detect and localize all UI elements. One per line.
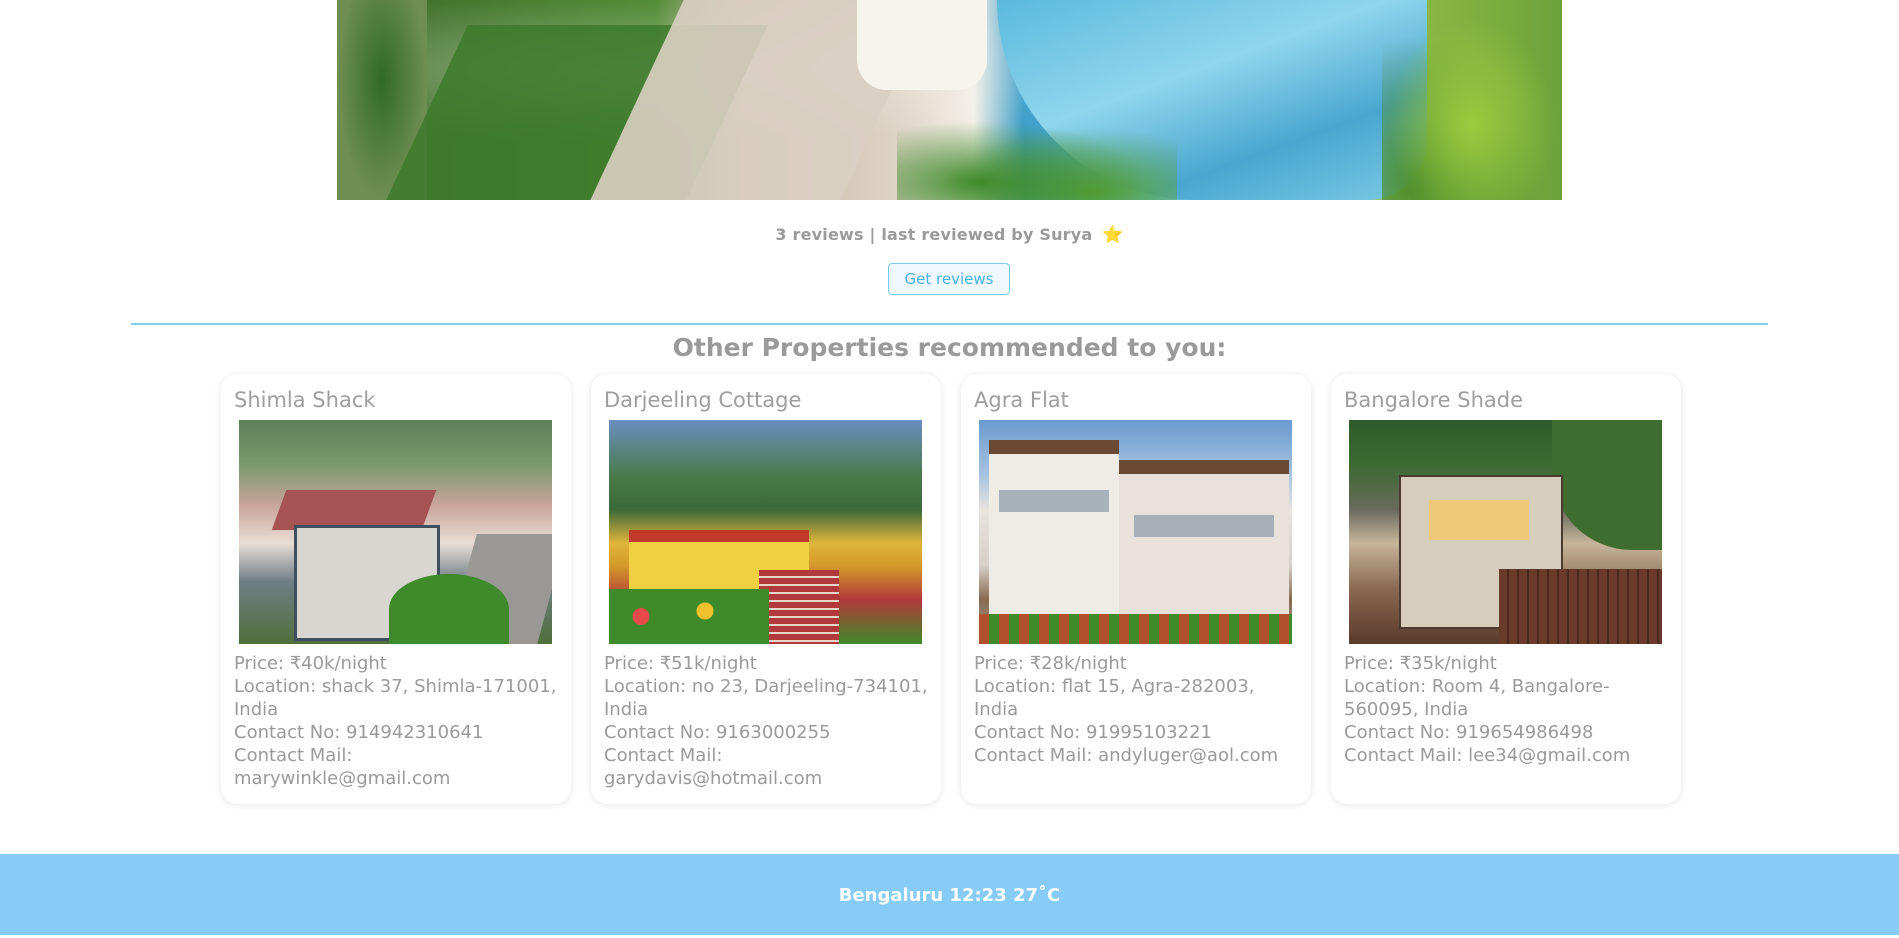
property-card-details: Price: ₹40k/night Location: shack 37, Sh… [234,652,558,790]
get-reviews-button[interactable]: Get reviews [888,263,1010,295]
property-card-darjeeling[interactable]: Darjeeling Cottage Price: ₹51k/night Loc… [591,374,941,804]
footer-weather: Bengaluru 12:23 27˚C [0,854,1899,935]
property-price: Price: ₹40k/night [234,653,387,674]
property-card-title[interactable]: Shimla Shack [234,386,558,414]
property-contact-mail: Contact Mail: garydavis@hotmail.com [604,745,823,789]
property-card-image[interactable] [239,420,552,644]
reviews-summary-text: 3 reviews | last reviewed by Surya [775,225,1093,244]
hero-palms [1382,10,1562,200]
property-price: Price: ₹51k/night [604,653,757,674]
property-card-image[interactable] [609,420,922,644]
property-card-title[interactable]: Agra Flat [974,386,1298,414]
hero-plants [897,110,1177,200]
section-divider [131,323,1768,325]
property-location: Location: shack 37, Shimla-171001, India [234,676,557,720]
property-card-shimla[interactable]: Shimla Shack Price: ₹40k/night Location:… [221,374,571,804]
property-card-bangalore[interactable]: Bangalore Shade Price: ₹35k/night Locati… [1331,374,1681,804]
property-card-title[interactable]: Bangalore Shade [1344,386,1668,414]
property-contact-no: Contact No: 914942310641 [234,722,484,743]
property-location: Location: Room 4, Bangalore-560095, Indi… [1344,676,1610,720]
property-contact-no: Contact No: 91995103221 [974,722,1212,743]
recommendations-title: Other Properties recommended to you: [672,333,1227,362]
property-contact-no: Contact No: 919654986498 [1344,722,1594,743]
property-card-details: Price: ₹28k/night Location: flat 15, Agr… [974,652,1298,767]
property-contact-mail: Contact Mail: marywinkle@gmail.com [234,745,451,789]
property-price: Price: ₹35k/night [1344,653,1497,674]
property-card-title[interactable]: Darjeeling Cottage [604,386,928,414]
property-price: Price: ₹28k/night [974,653,1127,674]
reviews-summary: 3 reviews | last reviewed by Surya ⭐ [0,225,1899,245]
hero-wall [857,0,987,90]
property-card-details: Price: ₹51k/night Location: no 23, Darje… [604,652,928,790]
property-contact-mail: Contact Mail: lee34@gmail.com [1344,745,1631,766]
property-card-image[interactable] [979,420,1292,644]
property-location: Location: flat 15, Agra-282003, India [974,676,1255,720]
property-location: Location: no 23, Darjeeling-734101, Indi… [604,676,928,720]
property-card-details: Price: ₹35k/night Location: Room 4, Bang… [1344,652,1668,767]
star-icon: ⭐ [1102,225,1124,245]
property-contact-mail: Contact Mail: andyluger@aol.com [974,745,1279,766]
hero-property-image [337,0,1562,200]
property-card-agra[interactable]: Agra Flat Price: ₹28k/night Location: fl… [961,374,1311,804]
property-card-image[interactable] [1349,420,1662,644]
property-contact-no: Contact No: 9163000255 [604,722,831,743]
